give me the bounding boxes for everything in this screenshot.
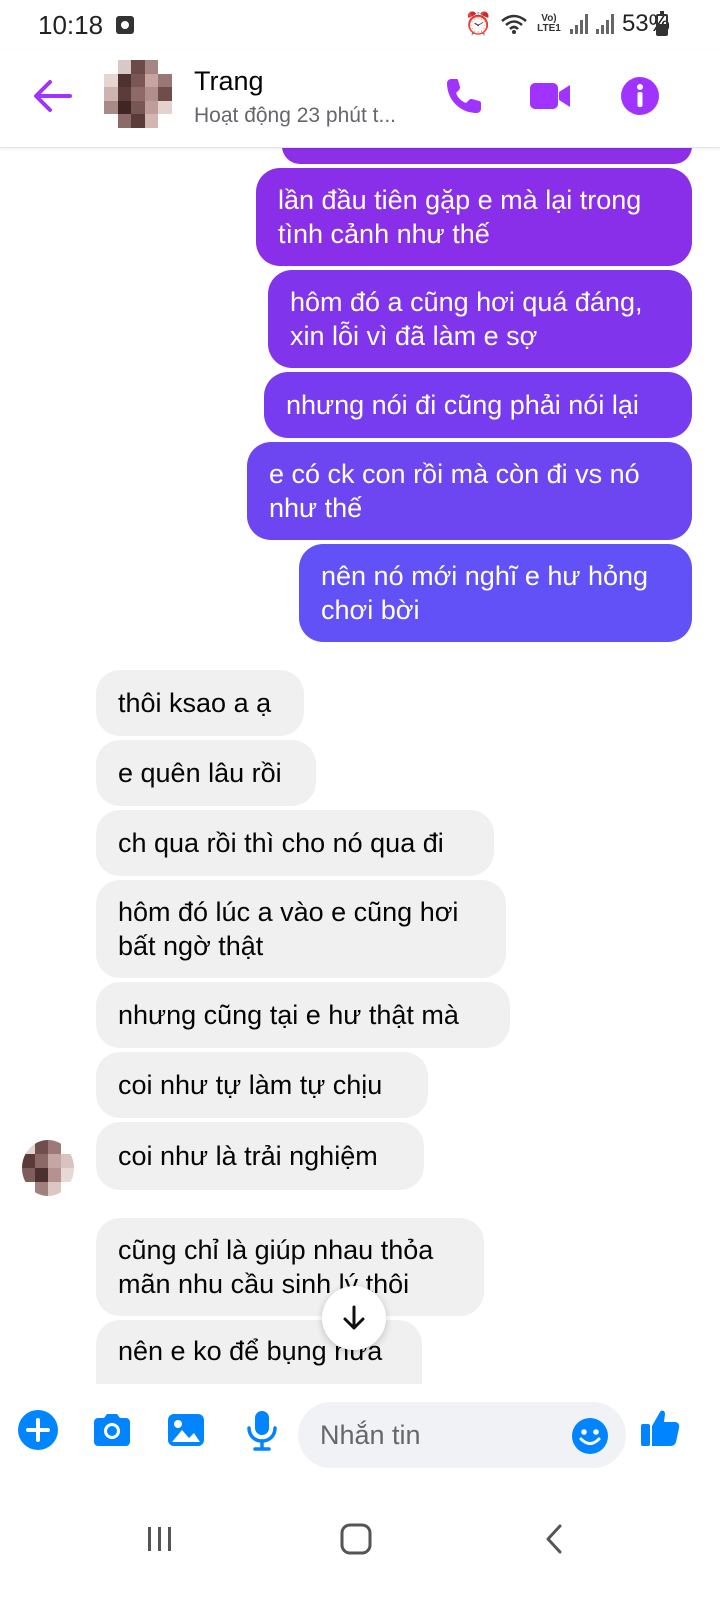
image-icon[interactable] bbox=[164, 1408, 208, 1452]
back-button[interactable] bbox=[524, 1514, 584, 1564]
volte-indicator: Vo) LTE1 bbox=[537, 13, 561, 34]
phone-icon[interactable] bbox=[442, 74, 486, 118]
conversation-header: Trang Hoạt động 23 phút t... bbox=[0, 50, 720, 148]
scroll-to-bottom-button[interactable] bbox=[322, 1286, 386, 1350]
info-icon[interactable] bbox=[618, 74, 662, 118]
battery-icon bbox=[656, 11, 668, 36]
microphone-icon[interactable] bbox=[240, 1408, 284, 1452]
signal-1-icon bbox=[569, 14, 588, 34]
plus-icon[interactable] bbox=[16, 1408, 60, 1452]
message-input-container[interactable] bbox=[298, 1402, 626, 1468]
home-icon bbox=[340, 1523, 372, 1555]
home-button[interactable] bbox=[326, 1514, 386, 1564]
camera-icon[interactable] bbox=[90, 1408, 134, 1452]
video-camera-icon[interactable] bbox=[528, 74, 572, 118]
message-thread[interactable]: lần đầu tiên gặp e mà lại trong tình cản… bbox=[0, 148, 720, 1384]
message-composer bbox=[0, 1384, 720, 1486]
arrow-down-icon bbox=[343, 1305, 365, 1330]
outgoing-message[interactable]: lần đầu tiên gặp e mà lại trong tình cản… bbox=[256, 168, 692, 266]
emoji-icon[interactable] bbox=[570, 1416, 610, 1456]
outgoing-message[interactable]: nhưng nói đi cũng phải nói lại bbox=[264, 372, 692, 438]
incoming-message[interactable]: cũng chỉ là giúp nhau thỏa mãn nhu cầu s… bbox=[96, 1218, 484, 1316]
alarm-icon: ⏰ bbox=[464, 11, 492, 36]
activity-status: Hoạt động 23 phút t... bbox=[194, 104, 396, 127]
back-arrow-icon[interactable] bbox=[30, 76, 74, 116]
incoming-message[interactable]: coi như tự làm tự chịu bbox=[96, 1052, 428, 1118]
incoming-message[interactable]: hôm đó lúc a vào e cũng hơi bất ngờ thật bbox=[96, 880, 506, 978]
recent-apps-icon bbox=[148, 1527, 171, 1551]
outgoing-message[interactable]: hôm đó a cũng hơi quá đáng, xin lỗi vì đ… bbox=[268, 270, 692, 368]
contact-name[interactable]: Trang bbox=[194, 66, 264, 97]
sender-avatar[interactable] bbox=[22, 1140, 74, 1196]
message-input[interactable] bbox=[320, 1418, 560, 1452]
incoming-message[interactable]: e quên lâu rồi bbox=[96, 740, 316, 806]
outgoing-message[interactable]: e có ck con rồi mà còn đi vs nó như thế bbox=[247, 442, 692, 540]
incoming-message[interactable]: coi như là trải nghiệm bbox=[96, 1122, 424, 1190]
status-indicators: ⏰ Vo) LTE1 53% bbox=[465, 10, 670, 38]
incoming-message[interactable]: thôi ksao a ạ bbox=[96, 670, 304, 736]
incoming-message[interactable]: nhưng cũng tại e hư thật mà bbox=[96, 982, 510, 1048]
outgoing-message[interactable] bbox=[282, 148, 692, 164]
recent-apps-button[interactable] bbox=[130, 1514, 190, 1564]
wifi-icon bbox=[501, 14, 527, 34]
thumbs-up-icon[interactable] bbox=[638, 1406, 682, 1450]
status-bar: 10:18 ⏰ Vo) LTE1 53% bbox=[0, 0, 720, 50]
outgoing-message[interactable]: nên nó mới nghĩ e hư hỏng chơi bời bbox=[299, 544, 692, 642]
contact-avatar[interactable] bbox=[104, 60, 172, 128]
system-navigation-bar bbox=[0, 1486, 720, 1600]
incoming-message[interactable]: ch qua rồi thì cho nó qua đi bbox=[96, 810, 494, 876]
chevron-left-icon bbox=[546, 1524, 562, 1554]
status-time: 10:18 bbox=[38, 10, 104, 40]
media-notification-icon bbox=[116, 16, 134, 34]
signal-2-icon bbox=[595, 14, 614, 34]
